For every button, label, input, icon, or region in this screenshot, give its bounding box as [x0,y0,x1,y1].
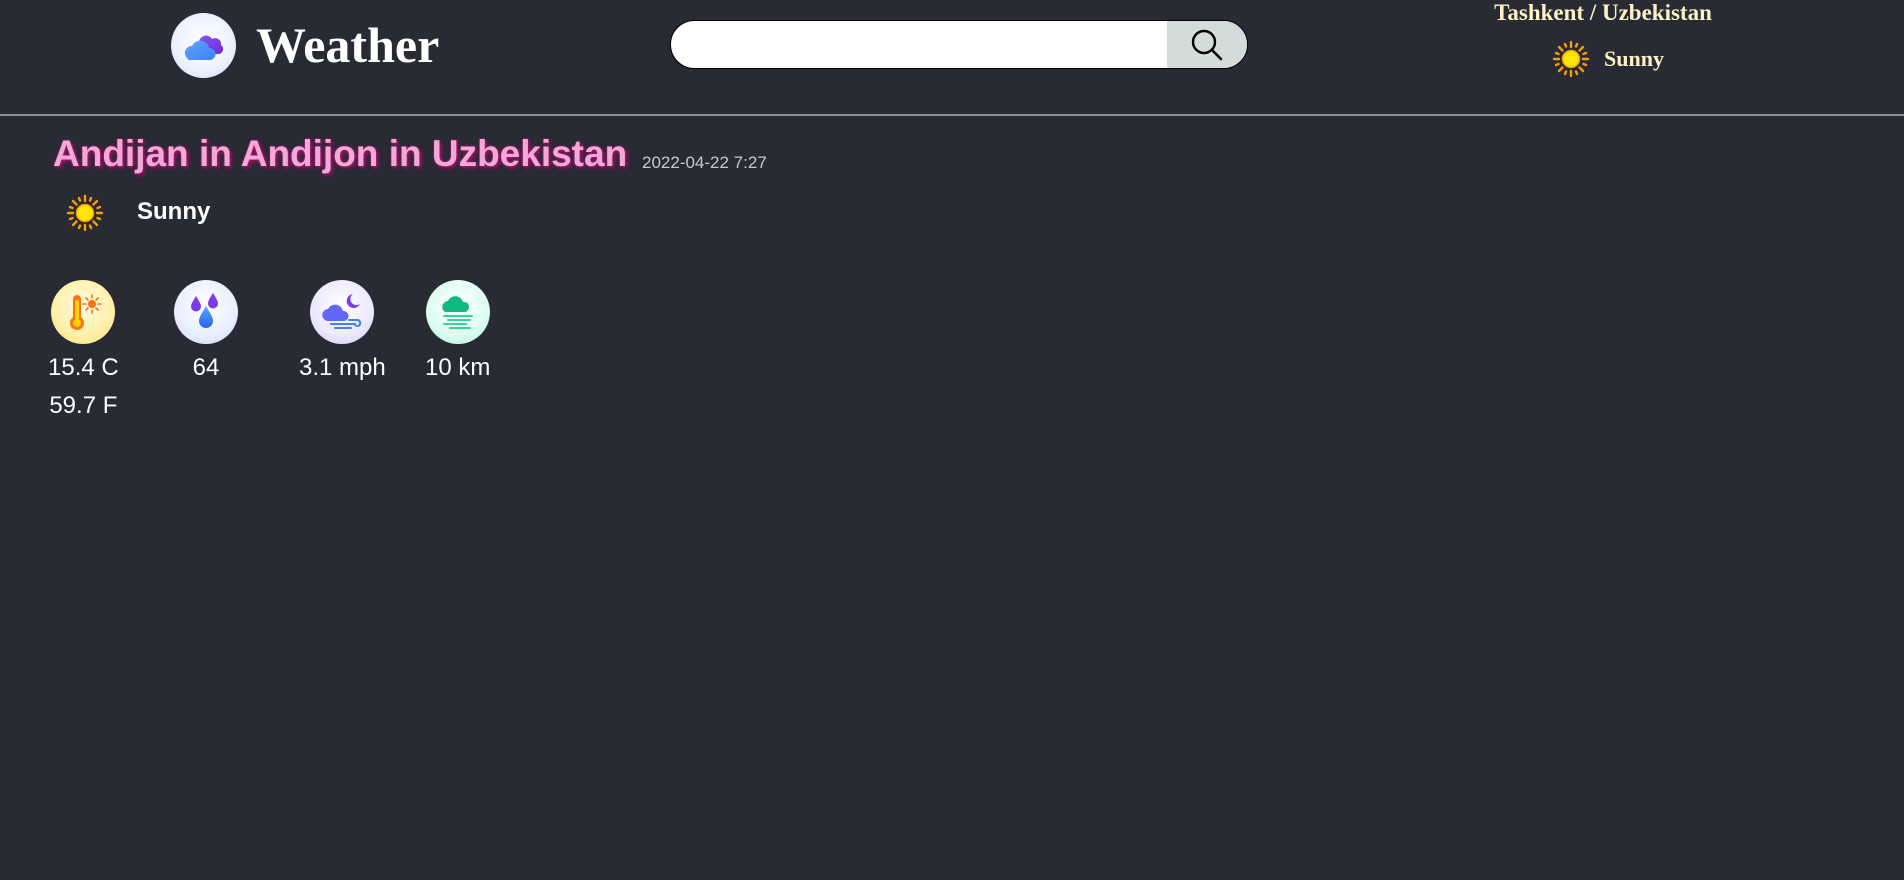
wind-icon [310,280,375,344]
temperature-fahrenheit: 59.7 F [49,392,118,419]
search-icon [1191,29,1223,60]
sun-icon [66,194,104,237]
condition-text: Sunny [137,198,211,225]
search-input[interactable] [671,21,1169,68]
stat-wind: 3.1 mph [299,280,386,382]
humidity-icon [174,280,238,344]
current-location-condition: Sunny [1552,40,1664,78]
wind-value: 3.1 mph [299,354,386,381]
stat-humidity: 64 [174,280,238,382]
current-location: Tashkent / Uzbekistan Sunny [1460,0,1746,78]
visibility-icon [425,280,490,344]
search-button[interactable] [1167,21,1247,68]
current-location-name: Tashkent / Uzbekistan [1494,0,1712,25]
thermometer-icon [51,280,116,344]
page-title: Andijan in Andijon in Uzbekistan [53,133,628,174]
current-location-condition-text: Sunny [1604,46,1664,71]
app-header: Weather Tashkent / Uzbekistan Sunny [0,0,1904,116]
visibility-value: 10 km [425,354,491,381]
cloud-icon [171,13,236,78]
sun-icon [1552,40,1590,78]
local-time: 2022-04-22 7:27 [642,153,767,172]
stat-temperature: 15.4 C 59.7 F [48,280,119,420]
humidity-value: 64 [192,354,220,381]
app-title: Weather [256,17,440,73]
stat-visibility: 10 km [425,280,490,382]
temperature-celsius: 15.4 C [48,354,119,381]
search-bar [670,20,1248,69]
